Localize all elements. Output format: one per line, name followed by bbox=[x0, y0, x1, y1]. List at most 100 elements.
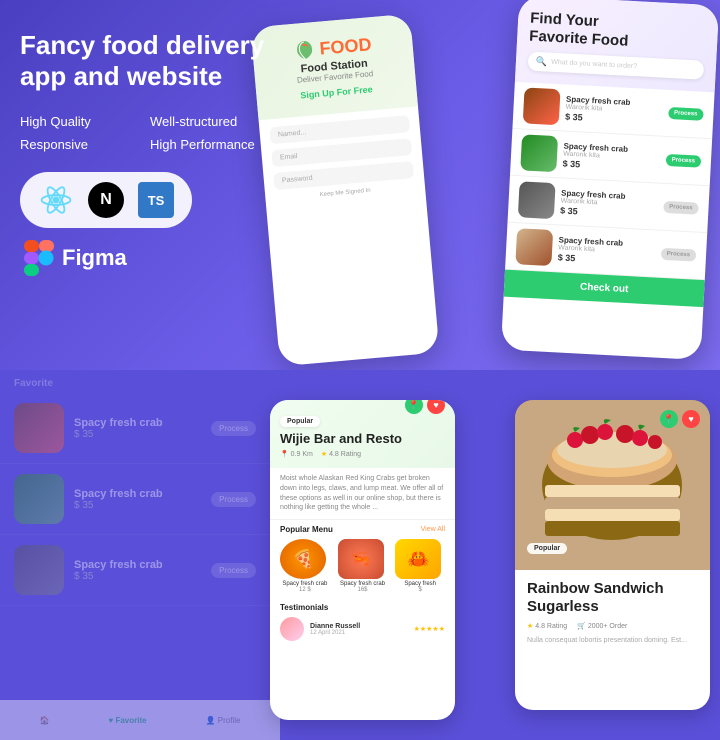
food-info-1: Spacy fresh crab Warorik kita $ 35 bbox=[565, 94, 663, 126]
food-photo-overlay: Popular bbox=[515, 527, 710, 570]
process-btn-1[interactable]: Process bbox=[668, 107, 704, 121]
features-grid: High Quality Well-structured Responsive … bbox=[20, 112, 280, 154]
main-title: Fancy food delivery app and website bbox=[20, 30, 280, 92]
next-icon: N bbox=[88, 182, 124, 218]
menu-item-2: 🦐 Spacy fresh crab 16$ bbox=[338, 539, 388, 593]
bottom-nav: 🏠 ♥ Favorite 👤 Profile bbox=[0, 700, 280, 740]
process-btn-3[interactable]: Process bbox=[663, 201, 699, 215]
menu-item-1: 🍕 Spacy fresh crab 12 $ bbox=[280, 539, 330, 593]
bg-food-list: Favorite Spacy fresh crab $ 35 Process S… bbox=[0, 370, 270, 740]
bg-btn-2: Process bbox=[211, 492, 256, 507]
food-description: Nulla consequat lobortis presentation do… bbox=[515, 636, 710, 646]
bg-thumb-3 bbox=[14, 545, 64, 595]
location-pin-icon[interactable]: 📍 bbox=[405, 400, 423, 414]
find-title: Find YourFavorite Food bbox=[529, 10, 707, 55]
bg-info-1: Spacy fresh crab $ 35 bbox=[74, 417, 201, 440]
feature-well-structured: Well-structured bbox=[150, 112, 280, 131]
figma-row: Figma bbox=[20, 240, 280, 276]
food-photo-image: 📍 ♥ Popular bbox=[515, 400, 710, 570]
bg-thumb-1 bbox=[14, 403, 64, 453]
food-info-4: Spacy fresh crab Warorik kita $ 35 bbox=[558, 235, 656, 267]
food-info-2: Spacy fresh crab Warorik kita $ 35 bbox=[562, 141, 660, 173]
resto-name: Wijie Bar and Resto bbox=[280, 431, 445, 446]
search-icon: 🔍 bbox=[536, 56, 548, 68]
typescript-icon: TS bbox=[138, 182, 174, 218]
testimonials-label: Testimonials bbox=[270, 599, 455, 614]
react-icon bbox=[38, 182, 74, 218]
menu-item-3: 🦀 Spacy fresh $ bbox=[395, 539, 445, 593]
menu-item-img-1: 🍕 bbox=[280, 539, 326, 579]
menu-item-img-3: 🦀 bbox=[395, 539, 441, 579]
food-info-3: Spacy fresh crab Warorik kita $ 35 bbox=[560, 188, 658, 220]
menu-item-img-2: 🦐 bbox=[338, 539, 384, 579]
phone-signin-form: Named... Email Password Keep Me Signed I… bbox=[259, 106, 426, 211]
nav-tab-favorite[interactable]: ♥ Favorite bbox=[108, 716, 146, 725]
food-thumb-1 bbox=[523, 87, 561, 125]
leaf-icon bbox=[293, 38, 317, 62]
menu-item-price-3: $ bbox=[395, 587, 445, 593]
food-photo-icons: 📍 ♥ bbox=[660, 410, 700, 428]
bg-price-3: $ 35 bbox=[74, 571, 201, 582]
top-section: Fancy food delivery app and website High… bbox=[0, 0, 720, 370]
testimonial-stars: ★★★★★ bbox=[414, 625, 445, 633]
nav-tab-home[interactable]: 🏠 bbox=[40, 716, 50, 725]
testimonial-item: Dianne Russell 12 April 2021 ★★★★★ bbox=[270, 614, 455, 644]
bg-name-2: Spacy fresh crab bbox=[74, 488, 201, 500]
food-meta-row: ★ 4.8 Rating 🛒 2000+ Order bbox=[515, 620, 710, 636]
food-rating: ★ 4.8 Rating bbox=[527, 622, 567, 630]
popular-badge: Popular bbox=[280, 416, 320, 427]
food-pin-icon[interactable]: 📍 bbox=[660, 410, 678, 428]
resto-meta: 📍 0.9 Km ★ 4.8 Rating bbox=[280, 450, 445, 458]
testimonial-date: 12 April 2021 bbox=[310, 630, 408, 636]
bg-favorite-label: Favorite bbox=[0, 370, 270, 393]
testimonial-name: Dianne Russell bbox=[310, 623, 408, 630]
feature-high-performance: High Performance bbox=[150, 135, 280, 154]
restaurant-card: Popular 📍 ♥ Wijie Bar and Resto 📍 0.9 Km… bbox=[270, 400, 455, 720]
bg-btn-3: Process bbox=[211, 563, 256, 578]
feature-responsive: Responsive bbox=[20, 135, 150, 154]
phone-food-list: Find YourFavorite Food 🔍 What do you wan… bbox=[501, 0, 719, 360]
bg-name-1: Spacy fresh crab bbox=[74, 417, 201, 429]
menu-item-price-2: 16$ bbox=[338, 587, 388, 593]
search-placeholder-text: What do you want to order? bbox=[551, 59, 637, 70]
bg-info-2: Spacy fresh crab $ 35 bbox=[74, 488, 201, 511]
food-thumb-3 bbox=[518, 181, 556, 219]
food-logo-text: FOOD bbox=[319, 34, 373, 59]
nav-tab-profile[interactable]: 👤 Profile bbox=[206, 716, 241, 725]
testimonial-avatar bbox=[280, 617, 304, 641]
figma-icon bbox=[24, 240, 54, 276]
resto-icons: 📍 ♥ bbox=[405, 400, 445, 414]
process-btn-2[interactable]: Process bbox=[665, 154, 701, 168]
heart-icon[interactable]: ♥ bbox=[427, 400, 445, 414]
resto-header: Popular 📍 ♥ Wijie Bar and Resto 📍 0.9 Km… bbox=[270, 400, 455, 468]
menu-items-row: 🍕 Spacy fresh crab 12 $ 🦐 Spacy fresh cr… bbox=[270, 539, 455, 599]
bottom-section: Favorite Spacy fresh crab $ 35 Process S… bbox=[0, 370, 720, 740]
food-thumb-2 bbox=[520, 134, 558, 172]
bg-list-item-1: Spacy fresh crab $ 35 Process bbox=[0, 393, 270, 464]
bg-list-item-3: Spacy fresh crab $ 35 Process bbox=[0, 535, 270, 606]
process-btn-4[interactable]: Process bbox=[660, 248, 696, 262]
bg-thumb-2 bbox=[14, 474, 64, 524]
bg-list-item-2: Spacy fresh crab $ 35 Process bbox=[0, 464, 270, 535]
food-orders: 🛒 2000+ Order bbox=[577, 622, 627, 630]
tech-badges: N TS bbox=[20, 172, 192, 228]
left-content: Fancy food delivery app and website High… bbox=[20, 30, 280, 276]
bg-info-3: Spacy fresh crab $ 35 bbox=[74, 559, 201, 582]
view-all-link[interactable]: View All bbox=[421, 526, 445, 533]
phone-food-header: Find YourFavorite Food 🔍 What do you wan… bbox=[515, 0, 719, 92]
food-heart-icon[interactable]: ♥ bbox=[682, 410, 700, 428]
bg-btn-1: Process bbox=[211, 421, 256, 436]
search-bar[interactable]: 🔍 What do you want to order? bbox=[527, 52, 704, 80]
feature-high-quality: High Quality bbox=[20, 112, 150, 131]
food-photo-card: 📍 ♥ Popular Rainbow SandwichSugarless ★ … bbox=[515, 400, 710, 710]
food-thumb-4 bbox=[515, 228, 553, 266]
popular-menu-row: Popular Menu View All bbox=[270, 520, 455, 539]
bg-name-3: Spacy fresh crab bbox=[74, 559, 201, 571]
figma-label: Figma bbox=[62, 245, 127, 271]
resto-rating: ★ 4.8 Rating bbox=[321, 450, 361, 458]
resto-description: Moist whole Alaskan Red King Crabs get b… bbox=[270, 468, 455, 520]
testimonial-info: Dianne Russell 12 April 2021 bbox=[310, 623, 408, 636]
bg-price-2: $ 35 bbox=[74, 500, 201, 511]
resto-km: 📍 0.9 Km bbox=[280, 450, 313, 458]
food-title: Rainbow SandwichSugarless bbox=[515, 570, 710, 620]
